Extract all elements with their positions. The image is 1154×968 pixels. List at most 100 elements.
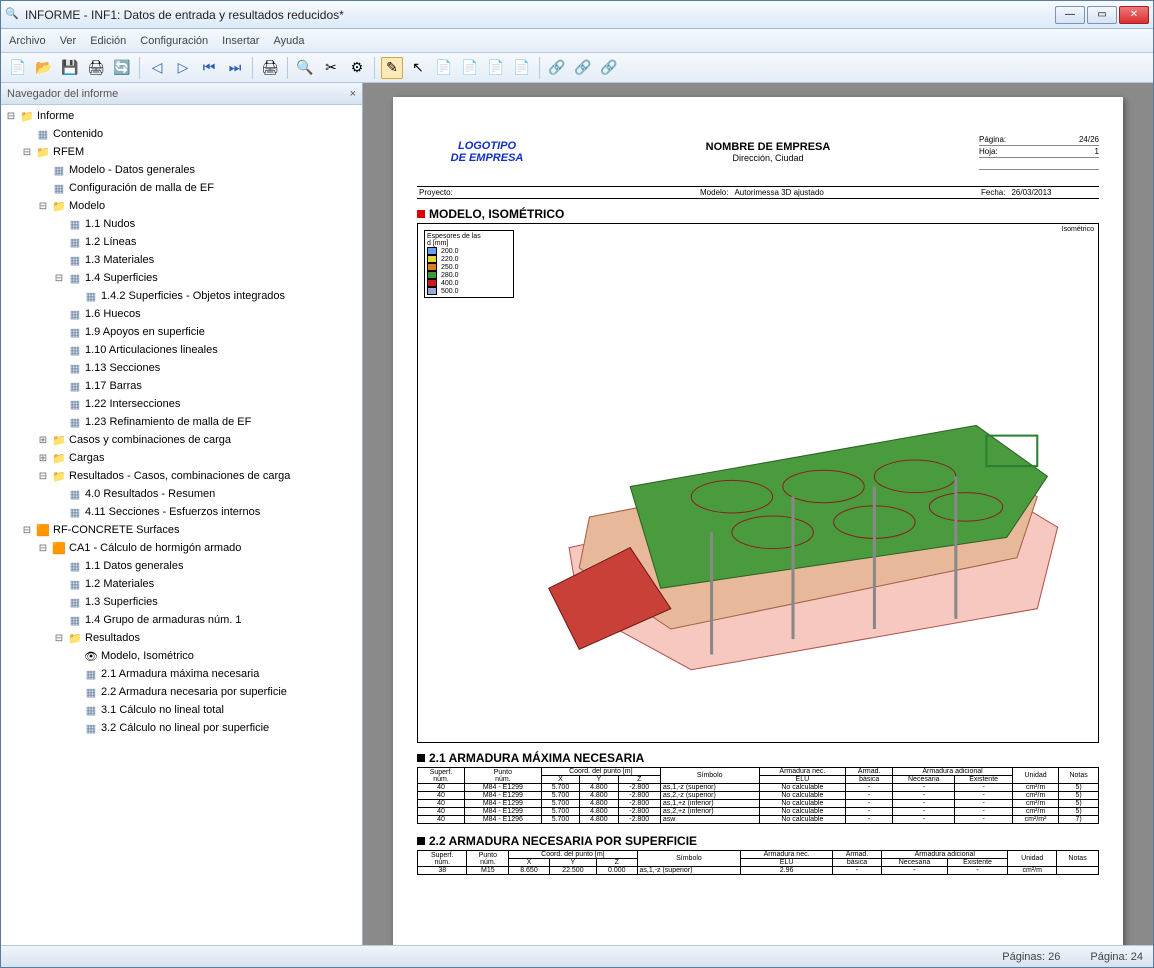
menu-ver[interactable]: Ver: [60, 35, 77, 47]
doc4-icon[interactable]: 📄: [511, 57, 533, 79]
case-icon: 🟧: [51, 540, 67, 556]
tree-m123[interactable]: ▦1.23 Refinamiento de malla de EF: [1, 413, 362, 431]
menu-archivo[interactable]: Archivo: [9, 35, 46, 47]
navigator-panel: Navegador del informe × ⊟📁Informe ▦Conte…: [1, 83, 363, 945]
tree-r411[interactable]: ▦4.11 Secciones - Esfuerzos internos: [1, 503, 362, 521]
doc2-icon[interactable]: 📄: [459, 57, 481, 79]
report-tree[interactable]: ⊟📁Informe ▦Contenido ⊟📁RFEM ▦Modelo - Da…: [1, 105, 362, 945]
company-logo: LOGOTIPO DE EMPRESA: [417, 140, 557, 164]
separator: [252, 57, 253, 79]
tree-cres[interactable]: ⊟📁Resultados: [1, 629, 362, 647]
tree-modelo[interactable]: ⊟📁Modelo: [1, 197, 362, 215]
window-title: INFORME - INF1: Datos de entrada y resul…: [25, 8, 1055, 22]
gear-icon[interactable]: ⚙: [346, 57, 368, 79]
tree-ccc[interactable]: ⊞📁Casos y combinaciones de carga: [1, 431, 362, 449]
toolbar: 📄 📂 💾 🖨 🔄 ◁ ▷ ⏮ ⏭ 🖨 🔍 ✂ ⚙ ✎ ↖ 📄 📄 📄 📄 🔗 …: [1, 53, 1153, 83]
page-header: LOGOTIPO DE EMPRESA NOMBRE DE EMPRESA Di…: [417, 117, 1099, 187]
tree-m14[interactable]: ⊟▦1.4 Superficies: [1, 269, 362, 287]
window-buttons: — ▭ ✕: [1055, 6, 1149, 24]
tree-m142[interactable]: ▦1.4.2 Superficies - Objetos integrados: [1, 287, 362, 305]
tree-c31[interactable]: ▦3.1 Cálculo no lineal total: [1, 701, 362, 719]
tree-c14[interactable]: ▦1.4 Grupo de armaduras núm. 1: [1, 611, 362, 629]
maximize-button[interactable]: ▭: [1087, 6, 1117, 24]
tree-r40[interactable]: ▦4.0 Resultados - Resumen: [1, 485, 362, 503]
minimize-button[interactable]: —: [1055, 6, 1085, 24]
print-icon[interactable]: 🖨: [85, 57, 107, 79]
link1-icon[interactable]: 🔗: [546, 57, 568, 79]
menu-ayuda[interactable]: Ayuda: [273, 35, 304, 47]
thickness-legend: Espesores de las d [mm] 200.0220.0250.02…: [424, 230, 514, 298]
prev-icon[interactable]: ▷: [172, 57, 194, 79]
tree-m12[interactable]: ▦1.2 Líneas: [1, 233, 362, 251]
model-view: Isométrico Espesores de las d [mm] 200.0…: [417, 223, 1099, 743]
cut-icon[interactable]: ✂: [320, 57, 342, 79]
separator: [374, 57, 375, 79]
tree-c21[interactable]: ▦2.1 Armadura máxima necesaria: [1, 665, 362, 683]
iso-label: Isométrico: [1062, 226, 1094, 233]
new-icon[interactable]: 📄: [7, 57, 29, 79]
tree-m19[interactable]: ▦1.9 Apoyos en superficie: [1, 323, 362, 341]
tree-rfem[interactable]: ⊟📁RFEM: [1, 143, 362, 161]
tree-c32[interactable]: ▦3.2 Cálculo no lineal por superficie: [1, 719, 362, 737]
rewind-icon[interactable]: ⏮: [198, 57, 220, 79]
tree-m110[interactable]: ▦1.10 Articulaciones lineales: [1, 341, 362, 359]
table-21: Superf.núm.Puntonúm.Coord. del punto [m]…: [417, 767, 1099, 824]
tree-cfe[interactable]: ▦Configuración de malla de EF: [1, 179, 362, 197]
app-window: 🔍 INFORME - INF1: Datos de entrada y res…: [0, 0, 1154, 968]
navigator-close-icon[interactable]: ×: [350, 88, 356, 100]
menu-configuracion[interactable]: Configuración: [140, 35, 208, 47]
red-square-icon: [417, 210, 425, 218]
first-icon[interactable]: ◁: [146, 57, 168, 79]
find-icon[interactable]: 🔍: [294, 57, 316, 79]
doc3-icon[interactable]: 📄: [485, 57, 507, 79]
tree-contenido[interactable]: ▦Contenido: [1, 125, 362, 143]
doc1-icon[interactable]: 📄: [433, 57, 455, 79]
tree-m11[interactable]: ▦1.1 Nudos: [1, 215, 362, 233]
table-22: Superf.núm.Puntonúm.Coord. del punto [m]…: [417, 850, 1099, 875]
tree-mdg[interactable]: ▦Modelo - Datos generales: [1, 161, 362, 179]
tree-m13[interactable]: ▦1.3 Materiales: [1, 251, 362, 269]
tree-cmiso[interactable]: 👁Modelo, Isométrico: [1, 647, 362, 665]
forward-icon[interactable]: ⏭: [224, 57, 246, 79]
refresh-icon[interactable]: 🔄: [111, 57, 133, 79]
section-22-title: 2.2 ARMADURA NECESARIA POR SUPERFICIE: [417, 834, 1099, 848]
tree-c11[interactable]: ▦1.1 Datos generales: [1, 557, 362, 575]
document-area[interactable]: LOGOTIPO DE EMPRESA NOMBRE DE EMPRESA Di…: [363, 83, 1153, 945]
tree-c13[interactable]: ▦1.3 Superficies: [1, 593, 362, 611]
navigator-header: Navegador del informe ×: [1, 83, 362, 105]
tree-c22[interactable]: ▦2.2 Armadura necesaria por superficie: [1, 683, 362, 701]
section-model-title: MODELO, ISOMÉTRICO: [417, 207, 1099, 221]
tree-ca1[interactable]: ⊟🟧CA1 - Cálculo de hormigón armado: [1, 539, 362, 557]
section-21-title: 2.1 ARMADURA MÁXIMA NECESARIA: [417, 751, 1099, 765]
select-icon[interactable]: ✎: [381, 57, 403, 79]
tree-cargas[interactable]: ⊞📁Cargas: [1, 449, 362, 467]
body: Navegador del informe × ⊟📁Informe ▦Conte…: [1, 83, 1153, 945]
page-subheader: Proyecto: Modelo:Autorimessa 3D ajustado…: [417, 187, 1099, 199]
print2-icon[interactable]: 🖨: [259, 57, 281, 79]
tree-m117[interactable]: ▦1.17 Barras: [1, 377, 362, 395]
company-block: NOMBRE DE EMPRESA Dirección, Ciudad: [557, 141, 979, 163]
tree-m113[interactable]: ▦1.13 Secciones: [1, 359, 362, 377]
close-button[interactable]: ✕: [1119, 6, 1149, 24]
menubar: Archivo Ver Edición Configuración Insert…: [1, 29, 1153, 53]
link2-icon[interactable]: 🔗: [572, 57, 594, 79]
open-icon[interactable]: 📂: [33, 57, 55, 79]
menu-insertar[interactable]: Insertar: [222, 35, 259, 47]
statusbar: Páginas: 26 Página: 24: [1, 945, 1153, 967]
navigator-title: Navegador del informe: [7, 88, 118, 100]
status-page-current: Página: 24: [1090, 951, 1143, 963]
black-square-icon: [417, 754, 425, 762]
tree-c12[interactable]: ▦1.2 Materiales: [1, 575, 362, 593]
tree-rfconc[interactable]: ⊟🟧RF-CONCRETE Surfaces: [1, 521, 362, 539]
pointer-icon[interactable]: ↖: [407, 57, 429, 79]
tree-res[interactable]: ⊟📁Resultados - Casos, combinaciones de c…: [1, 467, 362, 485]
app-icon: 🔍: [5, 7, 21, 23]
menu-edicion[interactable]: Edición: [90, 35, 126, 47]
tree-m122[interactable]: ▦1.22 Intersecciones: [1, 395, 362, 413]
separator: [539, 57, 540, 79]
black-square-icon: [417, 837, 425, 845]
link3-icon[interactable]: 🔗: [598, 57, 620, 79]
save-icon[interactable]: 💾: [59, 57, 81, 79]
tree-root[interactable]: ⊟📁Informe: [1, 107, 362, 125]
tree-m16[interactable]: ▦1.6 Huecos: [1, 305, 362, 323]
